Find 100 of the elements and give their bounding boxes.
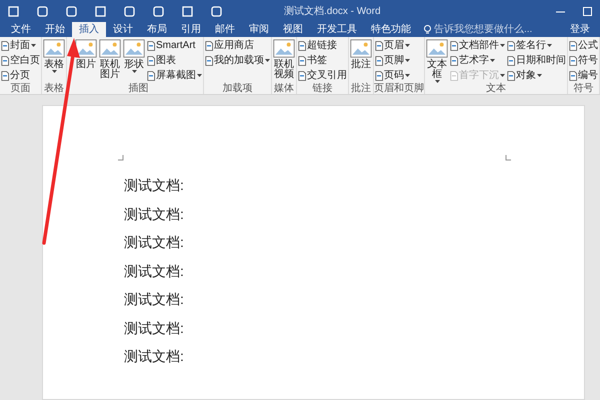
group-label: 插图 <box>128 84 150 94</box>
group-label: 加载项 <box>222 84 254 94</box>
ribbon-tab[interactable]: 开发工具 <box>310 22 364 37</box>
ribbon-button[interactable]: 公式 <box>568 38 599 53</box>
page-icon <box>507 56 515 66</box>
caret-icon <box>490 59 495 62</box>
document-text: 测试文档: <box>124 204 185 223</box>
ribbon-tab[interactable]: 邮件 <box>208 22 242 37</box>
ribbon-button[interactable]: 页眉 <box>374 38 411 53</box>
ribbon-button[interactable]: 文本框 <box>425 38 449 83</box>
ribbon-button[interactable]: 表格 <box>42 38 66 73</box>
page-icon <box>507 70 515 80</box>
ribbon-button[interactable]: 签名行 <box>506 38 567 53</box>
group-label: 文本 <box>485 84 507 94</box>
corner-mark-icon <box>118 155 124 161</box>
ribbon-tab[interactable]: 设计 <box>106 22 140 37</box>
ribbon-button[interactable]: 文档部件 <box>449 38 506 53</box>
caret-icon <box>132 70 136 73</box>
group-label: 页面 <box>10 84 32 94</box>
corner-mark-icon <box>505 155 511 161</box>
toolbar-icon[interactable] <box>95 6 106 16</box>
toolbar-icon[interactable] <box>211 6 222 16</box>
ribbon-button[interactable]: 日期和时间 <box>506 53 567 68</box>
ribbon-tab[interactable]: 开始 <box>38 22 72 37</box>
toolbar-icon[interactable] <box>153 6 164 16</box>
toolbar-icon[interactable] <box>37 6 48 16</box>
document-text: 测试文档: <box>124 176 185 194</box>
lightbulb-icon <box>424 24 431 34</box>
group-label: 页眉和页脚 <box>374 84 424 94</box>
page-icon <box>375 56 383 66</box>
ribbon-button[interactable]: 图表 <box>146 53 203 68</box>
ribbon-button[interactable]: 编号 <box>568 68 599 83</box>
ribbon-button[interactable]: 页脚 <box>374 53 411 68</box>
ribbon-button[interactable]: 对象 <box>506 68 567 83</box>
ribbon-button[interactable]: 封面 <box>0 38 41 53</box>
caret-icon <box>405 59 410 62</box>
page-icon <box>375 40 383 50</box>
caret-icon <box>52 70 56 73</box>
window-title: 测试文档.docx - Word <box>284 4 380 18</box>
tell-me-field[interactable]: 告诉我您想要做什么... <box>424 22 544 37</box>
ribbon-button[interactable]: 交叉引用 <box>297 68 348 83</box>
ribbon-button[interactable]: 批注 <box>349 38 373 70</box>
ribbon-button[interactable]: 应用商店 <box>204 38 271 53</box>
page-icon <box>569 70 577 80</box>
page-icon <box>450 40 458 50</box>
ribbon-button[interactable]: 超链接 <box>297 38 348 53</box>
page-icon <box>569 56 577 66</box>
page-icon <box>450 56 458 66</box>
page-icon <box>375 70 383 80</box>
document-text: 测试文档: <box>124 290 185 308</box>
document-text: 测试文档: <box>124 318 185 337</box>
ribbon-tab[interactable]: 文件 <box>4 22 38 37</box>
ribbon-button[interactable]: 页码 <box>374 68 411 83</box>
caret-icon <box>500 44 505 47</box>
caret-icon <box>265 59 270 62</box>
ribbon-button[interactable]: 形状 <box>122 38 146 73</box>
ribbon-button[interactable]: 联机视频 <box>272 38 296 80</box>
caret-icon <box>405 74 410 77</box>
ribbon-button[interactable]: SmartArt <box>146 38 203 53</box>
toolbar-icon[interactable] <box>124 6 135 16</box>
document-text: 测试文档: <box>124 233 185 252</box>
page-icon <box>298 70 306 80</box>
toolbar-icon[interactable] <box>182 6 193 16</box>
ribbon-tab[interactable]: 插入 <box>72 22 106 37</box>
ribbon-button[interactable]: 艺术字 <box>449 53 506 68</box>
ribbon-button[interactable]: 符号 <box>568 53 599 68</box>
ribbon-tab[interactable]: 布局 <box>140 22 174 37</box>
document-text: 测试文档: <box>124 347 185 366</box>
ribbon-button[interactable]: 书签 <box>297 53 348 68</box>
group-label: 媒体 <box>273 84 295 94</box>
page-icon <box>569 40 577 50</box>
ribbon-tab[interactable]: 视图 <box>276 22 310 37</box>
page-icon <box>298 56 306 66</box>
page-icon <box>450 70 458 80</box>
page-icon <box>298 40 306 50</box>
group-label: 符号 <box>572 84 594 94</box>
ribbon-button[interactable]: 屏幕截图 <box>146 68 203 83</box>
ribbon-button[interactable]: 联机图片 <box>98 38 122 80</box>
caret-icon <box>31 44 36 47</box>
caret-icon <box>547 44 552 47</box>
page-icon <box>147 40 155 50</box>
page-icon <box>507 40 515 50</box>
ribbon-tab[interactable]: 审阅 <box>242 22 276 37</box>
page-icon <box>205 56 213 66</box>
toolbar-icon[interactable] <box>66 6 77 16</box>
caret-icon <box>405 44 410 47</box>
ribbon-tab[interactable]: 特色功能 <box>364 22 418 37</box>
page-icon <box>205 40 213 50</box>
ribbon-button[interactable]: 我的加载项 <box>204 53 271 68</box>
page-icon <box>147 70 155 80</box>
ribbon-button[interactable]: 分页 <box>0 68 41 83</box>
group-label: 链接 <box>312 84 334 94</box>
maximize-icon[interactable] <box>583 6 592 16</box>
caret-icon <box>434 80 440 83</box>
ribbon-tab[interactable]: 引用 <box>174 22 208 37</box>
sign-in-link[interactable]: 登录 <box>570 22 590 37</box>
toolbar-icon[interactable] <box>8 6 19 16</box>
ribbon-button[interactable]: 空白页 <box>0 53 41 68</box>
caret-icon <box>500 74 505 77</box>
caret-icon <box>537 74 542 77</box>
